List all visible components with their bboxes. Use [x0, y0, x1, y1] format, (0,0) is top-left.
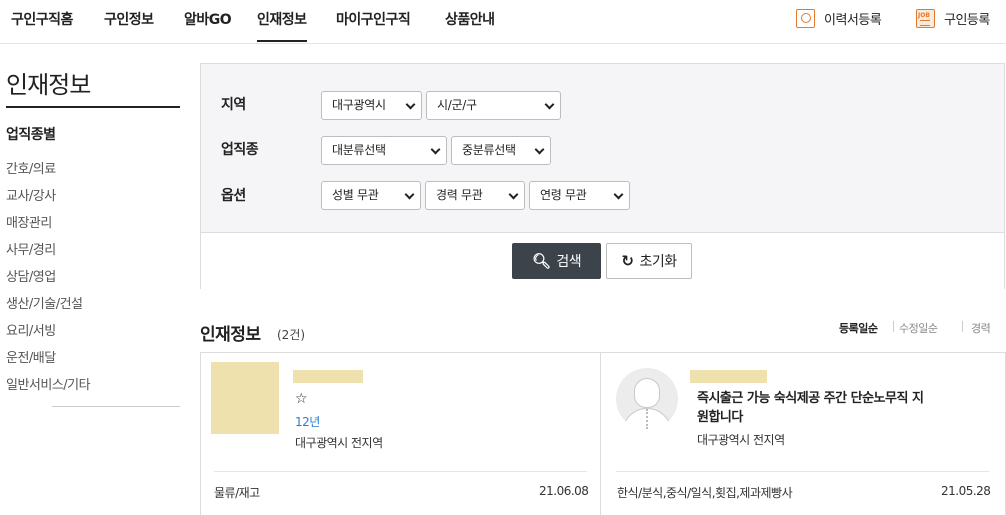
profile-photo	[211, 362, 279, 434]
minor-category-value: 중분류선택	[462, 143, 516, 157]
talent-card[interactable]: 즉시출근 가능 숙식제공 주간 단순노무직 지 원합니다 대구광역시 전지역 한…	[600, 353, 1006, 515]
tab-talent-info[interactable]: 인재정보	[257, 9, 307, 42]
card-date: 21.06.08	[539, 484, 589, 498]
top-navigation: 구인구직홈 구인정보 알바GO 인재정보 마이구인구직 상품안내 이력서등록 구…	[0, 0, 1006, 44]
chevron-down-icon	[613, 189, 624, 200]
card-headline[interactable]: 즉시출근 가능 숙식제공 주간 단순노무직 지 원합니다	[697, 389, 924, 427]
chevron-down-icon	[405, 99, 416, 110]
region-select-value: 대구광역시	[332, 98, 386, 112]
gender-select[interactable]: 성별 무관	[321, 181, 421, 210]
age-select[interactable]: 연령 무관	[529, 181, 630, 210]
sidebar-item-office[interactable]: 사무/경리	[6, 239, 56, 258]
sidebar-title: 인재정보	[6, 71, 91, 99]
name-placeholder	[690, 370, 767, 383]
age-select-value: 연령 무관	[540, 188, 587, 202]
jobtype-label: 업직종	[221, 142, 259, 158]
sidebar-item-service[interactable]: 일반서비스/기타	[6, 374, 91, 393]
job-icon	[916, 9, 935, 28]
talent-card[interactable]: ☆ 12년 대구광역시 전지역 물류/재고 21.06.08	[200, 353, 601, 515]
sidebar-item-driving[interactable]: 운전/배달	[6, 347, 56, 366]
sort-divider	[893, 321, 894, 332]
results-title: 인재정보	[200, 325, 261, 345]
tab-my-job[interactable]: 마이구인구직	[336, 9, 411, 29]
career-select[interactable]: 경력 무관	[425, 181, 525, 210]
search-panel: 지역 대구광역시 시/군/구 업직종 대분류선택 중분류선택 옵션 성별 무관 …	[200, 63, 1005, 289]
chevron-down-icon	[430, 144, 441, 155]
card-region: 대구광역시 전지역	[295, 436, 383, 450]
card-category: 물류/재고	[214, 486, 260, 500]
card-date: 21.05.28	[941, 484, 991, 498]
region-label: 지역	[221, 97, 246, 113]
gender-select-value: 성별 무관	[332, 188, 379, 202]
search-button[interactable]: 🔍︎ 검색	[512, 243, 601, 279]
tab-job-home[interactable]: 구인구직홈	[11, 9, 73, 29]
minor-category-select[interactable]: 중분류선택	[451, 136, 551, 165]
major-category-value: 대분류선택	[332, 143, 386, 157]
tab-products[interactable]: 상품안내	[445, 9, 495, 29]
tab-job-info[interactable]: 구인정보	[104, 9, 154, 29]
chevron-down-icon	[544, 99, 555, 110]
chevron-down-icon	[508, 189, 519, 200]
job-register-link[interactable]: 구인등록	[916, 9, 990, 28]
name-placeholder	[293, 370, 363, 383]
district-select-value: 시/군/구	[437, 98, 477, 112]
sidebar-divider	[6, 106, 180, 108]
sidebar-item-sales[interactable]: 상담/영업	[6, 266, 56, 285]
sidebar-bottom-divider	[52, 406, 180, 407]
search-icon: 🔍︎	[531, 252, 551, 270]
card-headline[interactable]: ☆	[295, 391, 308, 407]
region-select[interactable]: 대구광역시	[321, 91, 422, 120]
default-avatar-icon	[616, 368, 678, 430]
sidebar-item-store[interactable]: 매장관리	[6, 212, 52, 231]
resume-register-link[interactable]: 이력서등록	[796, 9, 882, 28]
job-register-label: 구인등록	[944, 13, 990, 28]
card-region: 대구광역시 전지역	[697, 433, 785, 447]
refresh-icon: ↻	[621, 252, 634, 270]
major-category-select[interactable]: 대분류선택	[321, 136, 447, 165]
reset-button-label: 초기화	[639, 254, 677, 270]
sort-divider	[962, 321, 963, 332]
search-actions: 🔍︎ 검색 ↻ 초기화	[201, 232, 1004, 289]
sort-by-registered[interactable]: 등록일순	[839, 320, 878, 336]
chevron-down-icon	[534, 144, 545, 155]
results-list: ☆ 12년 대구광역시 전지역 물류/재고 21.06.08 즉시출근 가능 숙…	[200, 352, 1006, 515]
card-headline-line1: 즉시출근 가능 숙식제공 주간 단순노무직 지	[697, 391, 924, 406]
sort-by-modified[interactable]: 수정일순	[899, 320, 938, 336]
card-divider	[616, 471, 989, 472]
sidebar-item-teacher[interactable]: 교사/강사	[6, 185, 56, 204]
card-category: 한식/분식,중식/일식,횟집,제과제빵사	[617, 486, 793, 500]
results-count: (2건)	[277, 328, 306, 342]
card-divider	[214, 471, 587, 472]
career-select-value: 경력 무관	[436, 188, 483, 202]
tab-albago[interactable]: 알바GO	[184, 9, 232, 29]
chevron-down-icon	[404, 189, 415, 200]
sort-by-career[interactable]: 경력	[971, 320, 991, 336]
card-career: 12년	[295, 415, 320, 429]
resume-icon	[796, 9, 815, 28]
district-select[interactable]: 시/군/구	[426, 91, 561, 120]
sidebar-item-production[interactable]: 생산/기술/건설	[6, 293, 83, 312]
search-button-label: 검색	[556, 254, 582, 270]
sidebar-item-nursing[interactable]: 간호/의료	[6, 158, 56, 177]
reset-button[interactable]: ↻ 초기화	[606, 243, 692, 279]
sidebar-item-cooking[interactable]: 요리/서빙	[6, 320, 56, 339]
card-headline-line2: 원합니다	[697, 410, 743, 425]
sidebar-subtitle: 업직종별	[6, 127, 56, 143]
option-label: 옵션	[221, 188, 246, 204]
resume-register-label: 이력서등록	[824, 13, 882, 28]
